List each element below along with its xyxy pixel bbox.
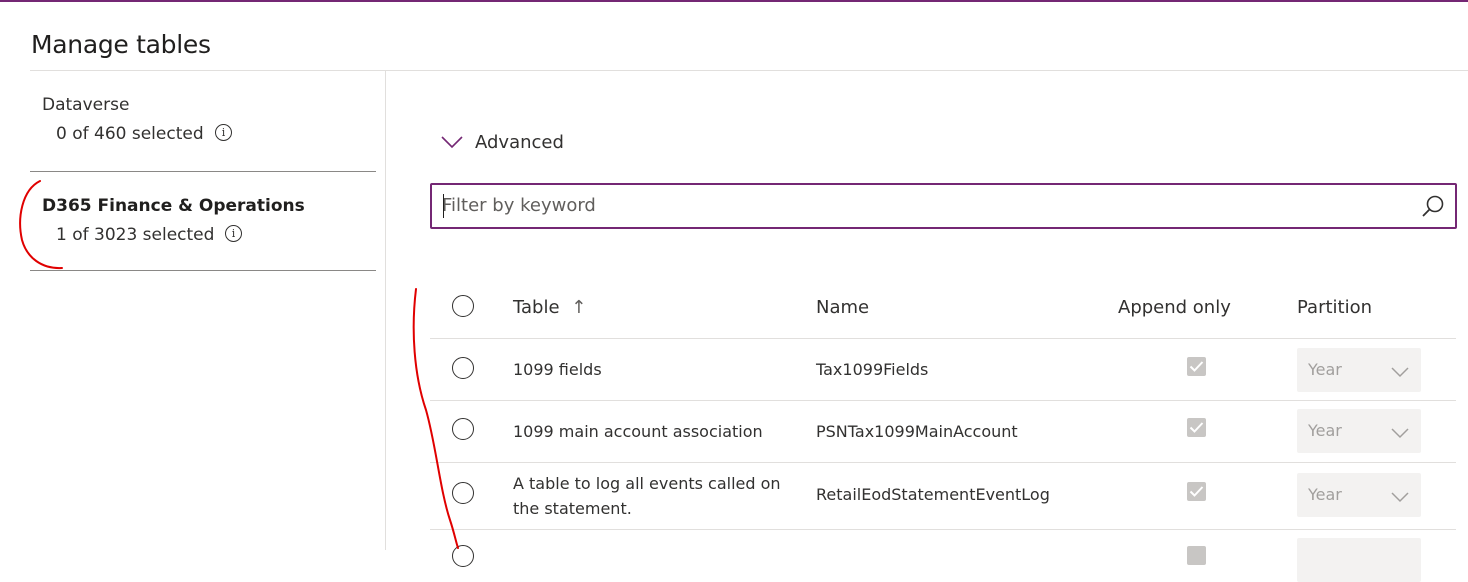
info-icon[interactable]: i (215, 124, 232, 141)
chevron-down-icon (1391, 363, 1409, 382)
row-select-radio[interactable] (452, 418, 474, 440)
source-divider (30, 270, 376, 271)
append-only-checkbox[interactable] (1187, 418, 1206, 437)
grid-header: Table ↑ Name Append only Partition (430, 276, 1456, 339)
select-all-radio[interactable] (452, 295, 474, 317)
page-title: Manage tables (31, 30, 211, 59)
source-item-dataverse[interactable]: Dataverse 0 of 460 selected i (30, 71, 376, 172)
partition-dropdown[interactable]: Year (1297, 473, 1421, 517)
partition-value: Year (1308, 485, 1342, 504)
top-accent-bar (0, 0, 1468, 2)
chevron-down-icon (1391, 488, 1409, 507)
append-only-checkbox[interactable] (1187, 546, 1206, 565)
table-row[interactable]: 1099 main account association PSNTax1099… (430, 401, 1456, 463)
column-header-append-only[interactable]: Append only (1118, 297, 1231, 318)
table-row-partial[interactable] (430, 530, 1456, 582)
search-icon[interactable] (1421, 194, 1445, 222)
row-select-radio[interactable] (452, 482, 474, 504)
column-header-partition[interactable]: Partition (1297, 297, 1372, 318)
partition-value: Year (1308, 421, 1342, 440)
row-table-name: 1099 fields (513, 360, 602, 379)
partition-dropdown[interactable]: Year (1297, 348, 1421, 392)
source-name: Dataverse (42, 95, 130, 115)
sort-ascending-icon: ↑ (571, 297, 587, 318)
row-entity-name: RetailEodStatementEventLog (816, 485, 1050, 504)
panel-divider (385, 71, 386, 550)
column-header-name[interactable]: Name (816, 297, 869, 318)
table-row[interactable]: 1099 fields Tax1099Fields Year (430, 339, 1456, 401)
column-header-label: Table (513, 297, 560, 318)
source-name: D365 Finance & Operations (42, 196, 305, 216)
table-row[interactable]: A table to log all events called on the … (430, 463, 1456, 530)
partition-dropdown[interactable] (1297, 538, 1421, 582)
column-header-table[interactable]: Table ↑ (513, 297, 586, 318)
info-icon[interactable]: i (225, 225, 242, 242)
append-only-checkbox[interactable] (1187, 357, 1206, 376)
text-cursor (443, 194, 444, 218)
chevron-down-icon (1391, 424, 1409, 443)
filter-input[interactable] (442, 191, 1402, 219)
append-only-checkbox[interactable] (1187, 482, 1206, 501)
row-select-radio[interactable] (452, 357, 474, 379)
source-selection-count: 0 of 460 selected (56, 124, 204, 144)
filter-box[interactable] (430, 183, 1457, 229)
row-select-radio[interactable] (452, 545, 474, 567)
row-table-name: 1099 main account association (513, 422, 763, 441)
advanced-label: Advanced (475, 132, 564, 153)
chevron-down-icon (441, 134, 463, 153)
row-table-name: A table to log all events called on the … (513, 474, 781, 518)
source-item-d365-finance-operations[interactable]: D365 Finance & Operations 1 of 3023 sele… (30, 172, 376, 272)
row-entity-name: Tax1099Fields (816, 360, 929, 379)
partition-dropdown[interactable]: Year (1297, 409, 1421, 453)
partition-value: Year (1308, 360, 1342, 379)
row-entity-name: PSNTax1099MainAccount (816, 422, 1018, 441)
source-selection-count: 1 of 3023 selected (56, 225, 215, 245)
